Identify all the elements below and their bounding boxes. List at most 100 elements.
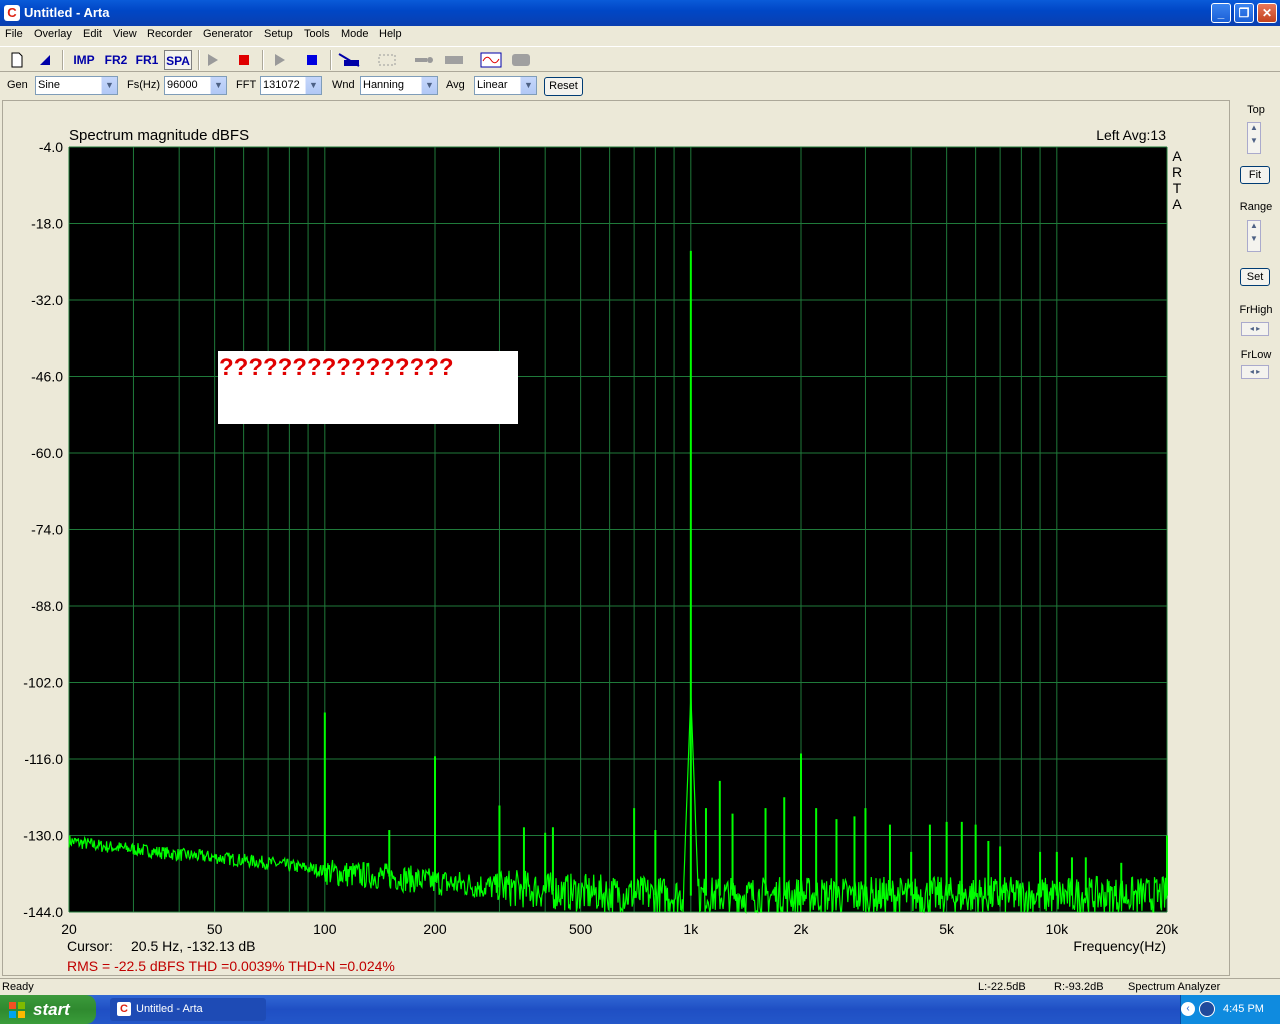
y-tick-label: -102.0 (23, 675, 63, 691)
close-button[interactable]: ✕ (1257, 3, 1277, 23)
toolbar-separator (262, 50, 264, 70)
menu-tools[interactable]: Tools (304, 28, 330, 40)
x-tick-label: 20 (61, 921, 77, 937)
menu-generator[interactable]: Generator (203, 28, 253, 40)
x-tick-label: 2k (794, 921, 810, 937)
top-label: Top (1247, 104, 1265, 116)
frlow-spinner[interactable]: ◂ ▸ (1241, 365, 1269, 379)
chevron-down-icon[interactable]: ▼ (305, 77, 321, 94)
open-file-icon[interactable] (36, 50, 54, 70)
averaging-select[interactable]: Linear ▼ (474, 76, 537, 95)
y-tick-label: -4.0 (39, 139, 63, 155)
cursor-label: Cursor: (67, 938, 113, 954)
spa-mode-button[interactable]: SPA (164, 50, 192, 70)
window-title: Untitled - Arta (24, 5, 110, 20)
play-gray-icon[interactable] (203, 50, 223, 70)
side-panel: Top ▲ ▼ Fit Range ▲ ▼ Set FrHigh ◂ ▸ FrL… (1232, 100, 1280, 976)
menu-overlay[interactable]: Overlay (34, 28, 72, 40)
x-tick-label: 10k (1046, 921, 1070, 937)
y-tick-label: -144.0 (23, 904, 63, 920)
menu-view[interactable]: View (113, 28, 137, 40)
chevron-down-icon[interactable]: ▼ (1248, 136, 1260, 145)
chevron-up-icon[interactable]: ▲ (1248, 123, 1260, 132)
chevron-down-icon[interactable]: ▼ (421, 77, 437, 94)
x-axis: 20 50 100 200 500 1k 2k 5k 10k 20k (61, 921, 1179, 937)
generator-select[interactable]: Sine ▼ (35, 76, 118, 95)
taskbar: start C Untitled - Arta ‹ 4:45 PM (0, 995, 1280, 1024)
frhigh-label: FrHigh (1239, 304, 1273, 316)
reset-button[interactable]: Reset (544, 77, 583, 96)
menu-file[interactable]: File (5, 28, 23, 40)
x-axis-label: Frequency(Hz) (1073, 938, 1166, 954)
frhigh-spinner[interactable]: ◂ ▸ (1241, 322, 1269, 336)
minimize-button[interactable]: _ (1211, 3, 1231, 23)
toolbar-separator (330, 50, 332, 70)
y-tick-label: -116.0 (24, 751, 63, 767)
right-level: R:-93.2dB (1054, 981, 1104, 993)
sample-rate-select[interactable]: 96000 ▼ (164, 76, 227, 95)
record-stop-red-icon[interactable] (234, 50, 254, 70)
menu-help[interactable]: Help (379, 28, 402, 40)
fr2-mode-button[interactable]: FR2 (102, 50, 130, 70)
fft-label: FFT (236, 79, 257, 91)
top-spinner[interactable]: ▲ ▼ (1247, 122, 1261, 154)
new-file-icon[interactable] (8, 50, 26, 70)
meter-gray-icon[interactable] (443, 50, 465, 70)
y-tick-label: -60.0 (31, 445, 63, 461)
window-select[interactable]: Hanning ▼ (360, 76, 438, 95)
x-tick-label: 20k (1156, 921, 1180, 937)
windows-flag-icon (9, 1002, 25, 1018)
arta-logo-icon[interactable]: C (4, 5, 20, 21)
play-gray-icon-2[interactable] (270, 50, 290, 70)
x-tick-label: 200 (423, 921, 447, 937)
probe-gray-icon[interactable] (413, 50, 435, 70)
taskbar-item-arta[interactable]: C Untitled - Arta (110, 998, 266, 1021)
generator-value: Sine (38, 79, 61, 91)
toolbar-separator (198, 50, 200, 70)
avg-label: Avg (446, 79, 465, 91)
y-tick-label: -46.0 (31, 369, 63, 385)
brand-letter-a1: A (1172, 148, 1182, 164)
fr1-mode-button[interactable]: FR1 (133, 50, 161, 70)
stop-blue-icon[interactable] (302, 50, 322, 70)
chevron-down-icon[interactable]: ▼ (1248, 234, 1260, 243)
menu-mode[interactable]: Mode (341, 28, 369, 40)
chevron-down-icon[interactable]: ▼ (520, 77, 536, 94)
menu-setup[interactable]: Setup (264, 28, 293, 40)
status-bar: Ready L:-22.5dB R:-93.2dB Spectrum Analy… (0, 978, 1280, 996)
oscilloscope-icon[interactable] (479, 50, 503, 70)
spectrum-chart[interactable]: Spectrum magnitude dBFS Left Avg:13 -4.0… (3, 101, 1229, 975)
device-gray-icon[interactable] (510, 50, 532, 70)
start-button[interactable]: start (0, 995, 96, 1024)
fft-size-select[interactable]: 131072 ▼ (260, 76, 322, 95)
title-bar: C Untitled - Arta _ ❐ ✕ (0, 0, 1280, 26)
fit-button[interactable]: Fit (1240, 166, 1270, 184)
cursor-value: 20.5 Hz, -132.13 dB (131, 938, 256, 954)
set-button[interactable]: Set (1240, 268, 1270, 286)
start-label: start (33, 1000, 70, 1019)
menu-edit[interactable]: Edit (83, 28, 102, 40)
filter-gray-icon[interactable] (376, 50, 398, 70)
sample-rate-value: 96000 (167, 79, 198, 91)
menu-recorder[interactable]: Recorder (147, 28, 192, 40)
window-value: Hanning (363, 79, 404, 91)
chevron-down-icon[interactable]: ▼ (101, 77, 117, 94)
range-spinner[interactable]: ▲ ▼ (1247, 220, 1261, 252)
clock[interactable]: 4:45 PM (1223, 1003, 1264, 1015)
restore-button[interactable]: ❐ (1234, 3, 1254, 23)
chevron-up-icon[interactable]: ▲ (1248, 221, 1260, 230)
abc-analysis-icon[interactable] (337, 50, 361, 70)
network-tray-icon[interactable] (1199, 1001, 1215, 1017)
status-text: Ready (2, 981, 34, 993)
taskbar-item-label: Untitled - Arta (136, 1003, 203, 1015)
chevron-down-icon[interactable]: ▼ (210, 77, 226, 94)
y-tick-label: -130.0 (23, 828, 63, 844)
tray-expand-icon[interactable]: ‹ (1181, 1002, 1195, 1016)
menu-bar: File Overlay Edit View Recorder Generato… (0, 26, 1280, 44)
x-tick-label: 100 (313, 921, 337, 937)
imp-mode-button[interactable]: IMP (70, 50, 98, 70)
system-tray: ‹ 4:45 PM (1180, 995, 1280, 1024)
fs-label: Fs(Hz) (127, 79, 160, 91)
arta-logo-icon: C (117, 1002, 131, 1016)
brand-letter-a2: A (1172, 196, 1182, 212)
